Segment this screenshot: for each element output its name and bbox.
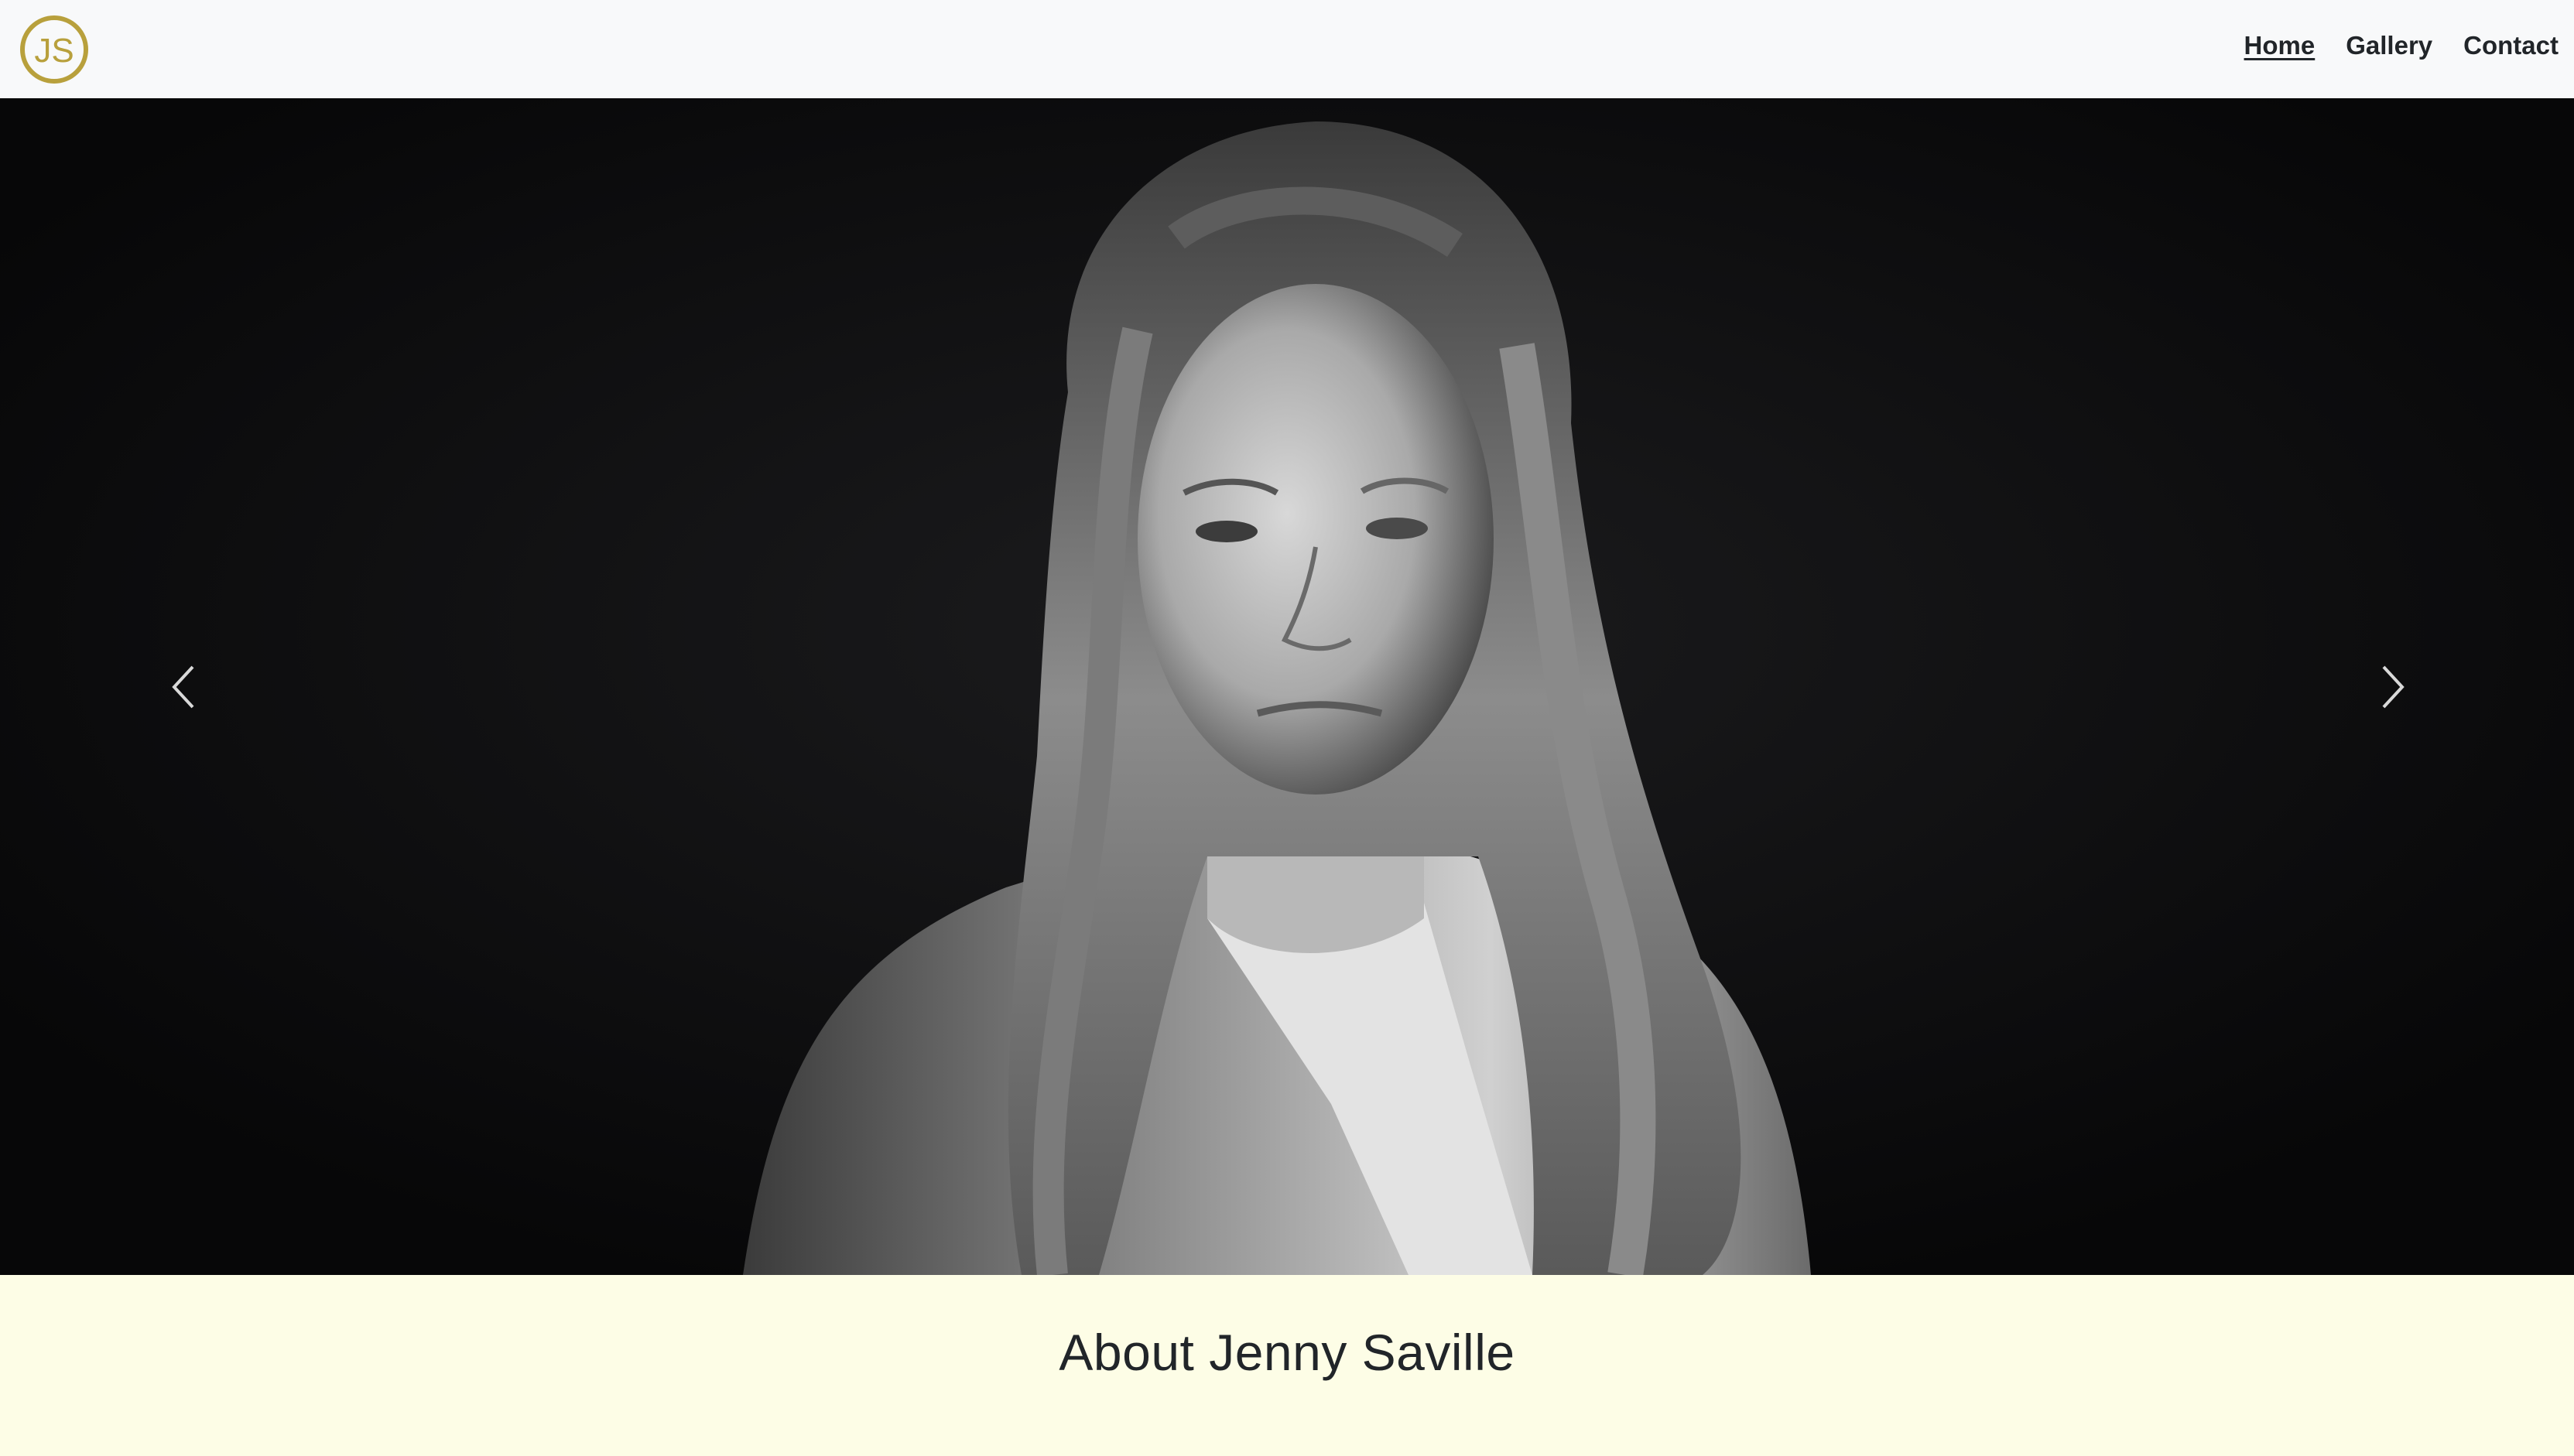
nav-links: Home Gallery Contact [2244, 31, 2559, 60]
carousel-next-button[interactable] [2316, 98, 2470, 1275]
about-section: About Jenny Saville [0, 1275, 2574, 1456]
nav-gallery[interactable]: Gallery [2346, 31, 2432, 60]
js-logo: JS [20, 15, 88, 84]
carousel-prev-button[interactable] [106, 98, 261, 1275]
chevron-right-icon [2382, 665, 2405, 708]
nav-contact[interactable]: Contact [2463, 31, 2559, 60]
logo-link[interactable]: JS [19, 14, 90, 85]
hero-carousel [0, 98, 2574, 1275]
svg-text:JS: JS [34, 32, 74, 70]
about-title: About Jenny Saville [1059, 1324, 1515, 1381]
portrait-photo [0, 98, 2574, 1275]
chevron-left-icon [172, 665, 194, 708]
nav-home[interactable]: Home [2244, 31, 2316, 60]
navbar: JS Home Gallery Contact [0, 0, 2574, 98]
